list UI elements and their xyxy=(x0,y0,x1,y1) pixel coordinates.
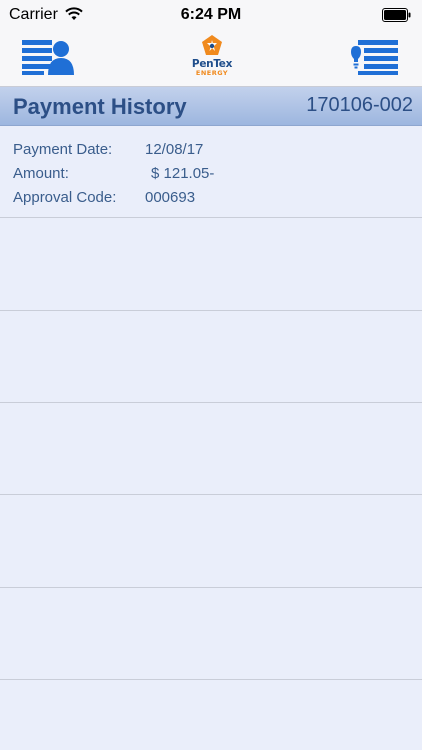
approval-code-label: Approval Code: xyxy=(13,189,117,206)
approval-code-value: 000693 xyxy=(145,189,196,206)
status-bar: Carrier 6:24 PM xyxy=(0,0,422,30)
payment-list-icon[interactable] xyxy=(348,38,400,76)
company-logo: PenTex ENERGY xyxy=(185,34,239,80)
row-divider xyxy=(0,587,422,588)
nav-bar: PenTex ENERGY xyxy=(0,30,422,87)
payment-row[interactable]: Payment Date: 12/08/17 Amount: $ 121.05-… xyxy=(0,126,422,217)
row-divider xyxy=(0,217,422,218)
account-list-icon[interactable] xyxy=(22,38,74,76)
pentex-star-icon xyxy=(202,35,222,55)
amount-label: Amount: xyxy=(13,165,69,182)
row-divider xyxy=(0,310,422,311)
payment-date-label: Payment Date: xyxy=(13,141,113,158)
row-divider xyxy=(0,679,422,680)
account-number: 170106-002 xyxy=(306,94,413,116)
clock: 6:24 PM xyxy=(180,6,242,23)
row-divider xyxy=(0,494,422,495)
logo-subtext: ENERGY xyxy=(195,69,229,77)
page-title: Payment History xyxy=(13,94,187,119)
page-header: Payment History 170106-002 xyxy=(0,87,422,126)
payment-date-value: 12/08/17 xyxy=(145,141,204,158)
amount-value: $ 121.05- xyxy=(151,165,215,182)
row-divider xyxy=(0,402,422,403)
battery-icon xyxy=(382,8,411,22)
